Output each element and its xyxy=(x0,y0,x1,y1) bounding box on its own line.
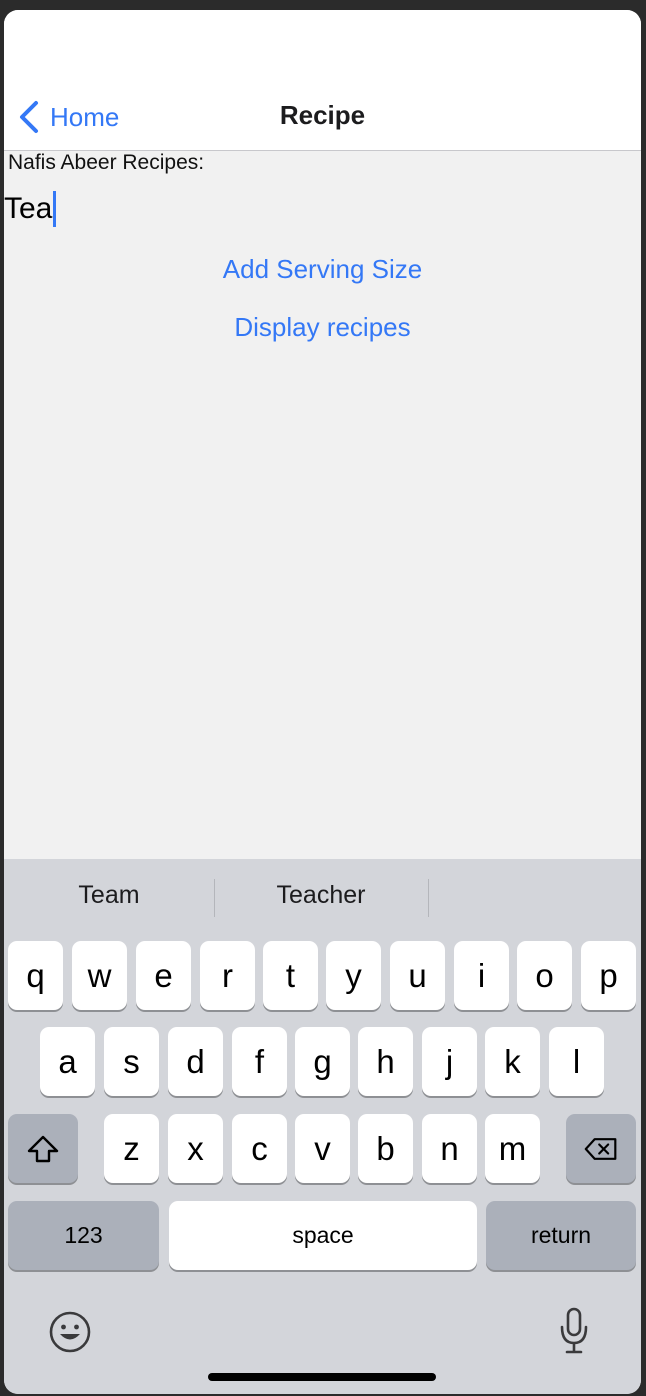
space-key[interactable]: space xyxy=(169,1201,477,1270)
keyboard: Team Teacher q w e r t y u i o p a s d f… xyxy=(4,859,641,1394)
key-y[interactable]: y xyxy=(326,941,381,1010)
emoji-button[interactable] xyxy=(48,1310,92,1354)
emoji-icon xyxy=(49,1311,91,1353)
key-i[interactable]: i xyxy=(454,941,509,1010)
key-t[interactable]: t xyxy=(263,941,318,1010)
navigation-bar: Home Recipe xyxy=(4,10,641,151)
key-f[interactable]: f xyxy=(232,1027,287,1096)
key-d[interactable]: d xyxy=(168,1027,223,1096)
recipe-input-value: Tea xyxy=(4,192,53,225)
text-cursor xyxy=(53,191,57,227)
suggestion-teacher[interactable]: Teacher xyxy=(216,881,426,910)
key-b[interactable]: b xyxy=(358,1114,413,1183)
key-o[interactable]: o xyxy=(517,941,572,1010)
key-j[interactable]: j xyxy=(422,1027,477,1096)
display-recipes-button[interactable]: Display recipes xyxy=(4,312,641,343)
key-m[interactable]: m xyxy=(485,1114,540,1183)
home-indicator[interactable] xyxy=(208,1373,436,1381)
return-key[interactable]: return xyxy=(486,1201,636,1270)
key-h[interactable]: h xyxy=(358,1027,413,1096)
key-x[interactable]: x xyxy=(168,1114,223,1183)
recipe-input[interactable]: Tea xyxy=(4,190,641,228)
add-serving-size-button[interactable]: Add Serving Size xyxy=(4,254,641,285)
key-e[interactable]: e xyxy=(136,941,191,1010)
key-v[interactable]: v xyxy=(295,1114,350,1183)
key-w[interactable]: w xyxy=(72,941,127,1010)
suggestion-bar: Team Teacher xyxy=(4,859,641,939)
suggestion-divider xyxy=(428,879,429,917)
key-a[interactable]: a xyxy=(40,1027,95,1096)
phone-screen: Home Recipe Nafis Abeer Recipes: Tea Add… xyxy=(4,10,641,1394)
key-q[interactable]: q xyxy=(8,941,63,1010)
suggestion-divider xyxy=(214,879,215,917)
key-g[interactable]: g xyxy=(295,1027,350,1096)
delete-icon xyxy=(584,1137,617,1160)
key-r[interactable]: r xyxy=(200,941,255,1010)
suggestion-team[interactable]: Team xyxy=(4,881,214,910)
shift-icon xyxy=(27,1135,59,1162)
page-title: Recipe xyxy=(279,100,366,130)
key-k[interactable]: k xyxy=(485,1027,540,1096)
key-l[interactable]: l xyxy=(549,1027,604,1096)
key-p[interactable]: p xyxy=(581,941,636,1010)
key-s[interactable]: s xyxy=(104,1027,159,1096)
key-z[interactable]: z xyxy=(104,1114,159,1183)
key-c[interactable]: c xyxy=(232,1114,287,1183)
delete-key[interactable] xyxy=(566,1114,636,1183)
key-u[interactable]: u xyxy=(390,941,445,1010)
key-n[interactable]: n xyxy=(422,1114,477,1183)
shift-key[interactable] xyxy=(8,1114,78,1183)
dictation-button[interactable] xyxy=(558,1307,590,1355)
microphone-icon xyxy=(560,1307,588,1354)
recipes-label: Nafis Abeer Recipes: xyxy=(8,151,205,174)
numbers-key[interactable]: 123 xyxy=(8,1201,159,1270)
